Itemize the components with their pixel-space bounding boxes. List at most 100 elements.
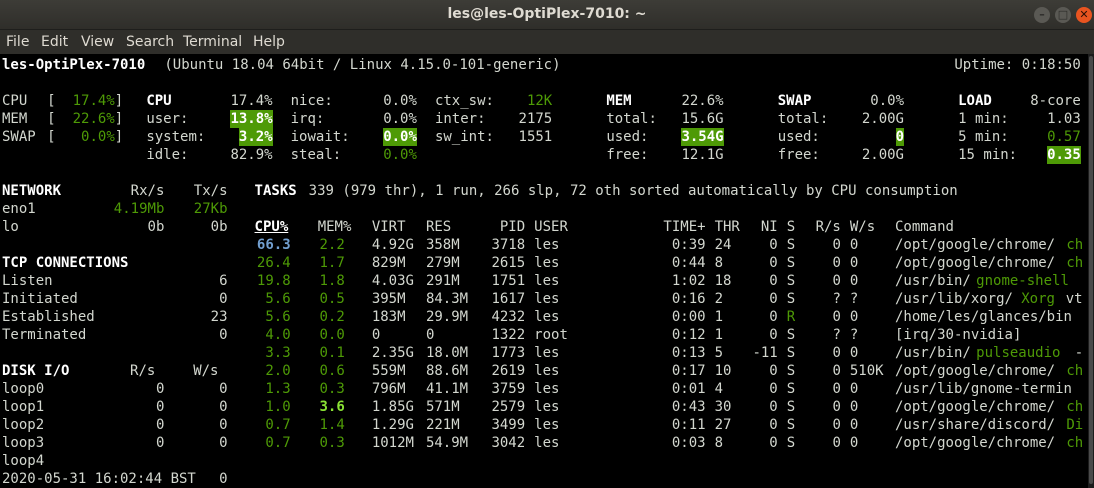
- swap-title: SWAP: [777, 93, 812, 109]
- process-res: 0: [425, 327, 435, 343]
- process-res: 41.1M: [425, 381, 469, 397]
- process-command-name: ch: [1066, 237, 1084, 253]
- process-pid: 2619: [491, 363, 526, 379]
- menu-file[interactable]: File: [6, 34, 29, 50]
- load-stat-value: 1.03: [1047, 111, 1081, 127]
- process-column-header: Command: [894, 219, 954, 235]
- process-mem: 0.1: [319, 345, 345, 361]
- menu-edit[interactable]: Edit: [41, 34, 68, 50]
- process-state: S: [786, 237, 796, 253]
- disk-write-value: 0: [219, 435, 228, 451]
- process-time: 0:17: [671, 363, 706, 379]
- disk-device: loop3: [2, 435, 45, 451]
- process-state: S: [786, 417, 796, 433]
- tcp-count: 0: [219, 291, 228, 307]
- process-user: les: [534, 417, 560, 433]
- process-user: les: [534, 255, 560, 271]
- process-res: 291M: [425, 273, 460, 289]
- process-virt: 4.92G: [371, 237, 414, 253]
- process-threads: 30: [714, 399, 732, 415]
- process-write-rate: 0: [849, 309, 859, 325]
- tasks-summary: 339 (979 thr), 1 run, 266 slp, 72 oth so…: [308, 183, 958, 199]
- process-user: les: [534, 363, 560, 379]
- process-threads: 2: [714, 291, 724, 307]
- process-mem: 1.4: [319, 417, 345, 433]
- process-threads: 10: [714, 363, 732, 379]
- load-cores: 8-core: [1030, 93, 1081, 109]
- process-time: 0:44: [671, 255, 706, 271]
- maximize-icon[interactable]: □: [1055, 7, 1071, 23]
- scrollbar-thumb[interactable]: [1089, 56, 1093, 484]
- process-state: S: [786, 435, 796, 451]
- process-column-header: W/s: [849, 219, 876, 235]
- tcp-count: 0: [219, 327, 228, 343]
- swap-stat-label: total:: [777, 111, 829, 127]
- menu-search[interactable]: Search: [126, 34, 174, 50]
- process-read-rate: 0: [832, 399, 841, 415]
- process-threads: 1: [714, 309, 724, 325]
- process-command: /opt/google/chrome/: [894, 363, 1056, 379]
- process-threads: 8: [714, 435, 724, 451]
- process-pid: 3718: [491, 237, 526, 253]
- network-tx-value: 0b: [210, 219, 228, 235]
- process-write-rate: 0: [849, 381, 859, 397]
- process-column-header: USER: [534, 219, 568, 235]
- process-user: les: [534, 345, 560, 361]
- process-pid: 2615: [491, 255, 526, 271]
- process-cpu: 26.4: [256, 255, 291, 271]
- process-time: 0:13: [671, 345, 706, 361]
- tcp-count: 6: [219, 273, 228, 289]
- cpu-title: CPU: [146, 93, 172, 109]
- tcp-count: 23: [210, 309, 228, 325]
- quicklook-bracket: [: [47, 93, 56, 109]
- process-command-name: pulseaudio: [976, 345, 1061, 361]
- load-title: LOAD: [958, 93, 992, 109]
- process-read-rate: 0: [832, 381, 841, 397]
- cpu-stat-value: 3.2%: [238, 128, 273, 146]
- network-interface: eno1: [2, 201, 36, 217]
- process-read-rate: 0: [832, 309, 841, 325]
- process-write-rate: 0: [849, 237, 859, 253]
- process-cpu: 19.8: [256, 273, 291, 289]
- scrollbar[interactable]: [1088, 54, 1094, 488]
- process-command-name: Xorg: [1021, 291, 1055, 307]
- process-time: 0:43: [671, 399, 706, 415]
- process-mem: 1.8: [319, 273, 345, 289]
- tcp-state: Terminated: [2, 327, 87, 343]
- process-virt: 2.35G: [371, 345, 414, 361]
- close-icon[interactable]: ✕: [1076, 7, 1092, 23]
- disk-device: loop4: [2, 453, 45, 469]
- cpu-stat-value: 2175: [518, 111, 553, 127]
- datetime: 2020-05-31 16:02:44 BST: [2, 471, 196, 487]
- mem-stat-label: used:: [606, 129, 649, 145]
- process-command: /usr/lib/gnome-termin: [894, 381, 1072, 397]
- cpu-stat-label: irq:: [290, 111, 325, 127]
- process-state: S: [786, 327, 796, 343]
- cpu-stat-value: 82.9%: [230, 147, 273, 163]
- disk-device: loop2: [2, 417, 45, 433]
- process-state: S: [786, 399, 796, 415]
- terminal-screen[interactable]: les-OptiPlex-7010 (Ubuntu 18.04 64bit / L…: [0, 54, 1094, 488]
- process-cpu: 3.3: [265, 345, 291, 361]
- process-cpu: 66.3: [256, 237, 291, 253]
- menu-view[interactable]: View: [81, 34, 114, 50]
- process-res: 571M: [425, 399, 460, 415]
- process-user: les: [534, 237, 560, 253]
- process-cpu: 2.0: [265, 363, 291, 379]
- process-cpu: 4.0: [265, 327, 291, 343]
- disk-write-value: 0: [219, 417, 228, 433]
- process-mem: 0.3: [319, 381, 345, 397]
- process-pid: 1773: [491, 345, 526, 361]
- swap-stat-label: used:: [777, 129, 820, 145]
- process-pid: 1322: [491, 327, 526, 343]
- menu-terminal[interactable]: Terminal: [183, 34, 242, 50]
- title-bar[interactable]: les@les-OptiPlex-7010: ~ – □ ✕: [0, 0, 1094, 30]
- process-time: 0:12: [671, 327, 706, 343]
- mem-stat-value: 12.1G: [681, 147, 724, 163]
- process-res: 54.9M: [425, 435, 469, 451]
- minimize-icon[interactable]: –: [1034, 7, 1050, 23]
- menu-help[interactable]: Help: [253, 34, 285, 50]
- process-command-name: ch: [1066, 255, 1084, 271]
- process-write-rate: 510K: [849, 363, 884, 379]
- process-nice: 0: [769, 399, 778, 415]
